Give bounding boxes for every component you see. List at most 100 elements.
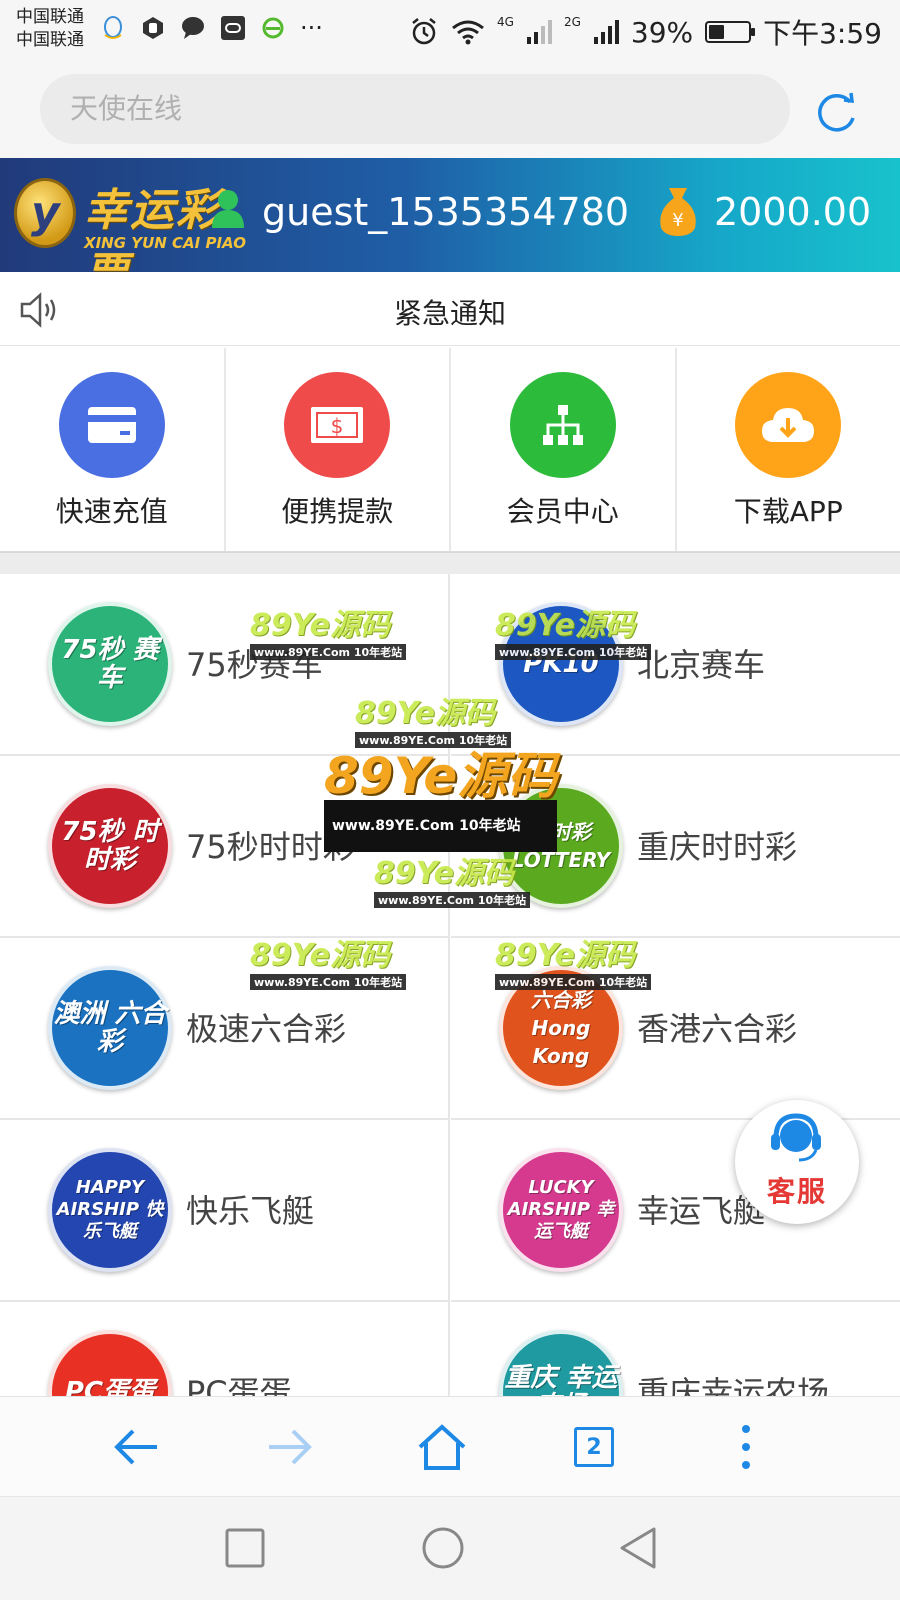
quick-recharge-label: 快速充值	[55, 495, 168, 528]
game-badge: 75秒 赛车	[61, 635, 159, 693]
game-item-chongqing-farm[interactable]: 重庆 幸运农场 重庆幸运农场	[451, 1302, 900, 1396]
customer-service-button[interactable]: 客服	[735, 1100, 859, 1224]
watermark: 89Ye源码 www.89YE.Com 10年老站	[250, 930, 407, 990]
username: guest_1535354780	[262, 190, 630, 234]
battery-percent: 39%	[630, 15, 694, 49]
wifi-icon	[452, 20, 484, 45]
system-status: 4G 2G 39% 下午3:59	[409, 12, 882, 52]
link-icon	[220, 15, 246, 41]
watermark-sub: www.89YE.Com 10年老站	[495, 644, 652, 660]
member-center-label: 会员中心	[506, 495, 619, 528]
ssc-75s-icon: 75秒 时时彩	[48, 784, 172, 908]
watermark-large: 89Ye源码 www.89YE.Com 10年老站	[324, 751, 558, 852]
game-name: 重庆幸运农场	[637, 1374, 830, 1396]
watermark-text: 89Ye源码	[250, 938, 390, 973]
balance: 2000.00	[714, 190, 872, 234]
member-center-button[interactable]: 会员中心	[451, 348, 677, 551]
quick-recharge-button[interactable]: 快速充值	[0, 348, 226, 551]
game-name: 重庆时时彩	[637, 828, 798, 866]
racing-75s-icon: 75秒 赛车	[48, 602, 172, 726]
game-name: 香港六合彩	[637, 1010, 798, 1048]
quick-actions: 快速充值 $ 便携提款 会员中心 下载APP	[0, 348, 900, 552]
notification-icons: ···	[100, 14, 323, 42]
org-icon	[509, 372, 616, 478]
lucky-airship-icon: LUCKY AIRSHIP 幸运飞艇	[499, 1148, 623, 1272]
game-item-pc-eggs[interactable]: PC蛋蛋 PC蛋蛋	[0, 1302, 450, 1396]
game-badge: 六合彩 Hong Kong	[531, 988, 591, 1068]
watermark-text: 89Ye源码	[355, 696, 495, 731]
game-badge: 75秒 时时彩	[61, 817, 159, 875]
user-icon	[212, 190, 244, 228]
happy-airship-icon: HAPPY AIRSHIP 快乐飞艇	[48, 1148, 172, 1272]
game-name: PC蛋蛋	[186, 1374, 292, 1396]
chat-icon	[180, 15, 206, 41]
watermark-text: 89Ye源码	[495, 938, 635, 973]
game-name: 北京赛车	[637, 646, 766, 684]
more-notifications: ···	[300, 14, 323, 42]
game-badge: LUCKY AIRSHIP 幸运飞艇	[507, 1177, 615, 1242]
watermark-sub: www.89YE.Com 10年老站	[495, 974, 652, 990]
alarm-icon	[412, 18, 436, 45]
section-divider	[0, 552, 900, 574]
card-icon	[58, 372, 165, 478]
home-circle-icon[interactable]	[418, 1523, 468, 1573]
cloud-download-icon	[735, 372, 842, 478]
user-header: y 幸运彩票 XING YUN CAI PIAO guest_153535478…	[0, 158, 900, 300]
game-name: 快乐飞艇	[186, 1192, 315, 1230]
watermark: 89Ye源码 www.89YE.Com 10年老站	[374, 848, 531, 908]
watermark-text: 89Ye源码	[374, 856, 514, 891]
watermark-sub: www.89YE.Com 10年老站	[250, 644, 407, 660]
ie-browser-icon	[260, 15, 286, 41]
tab-count: 2	[574, 1427, 614, 1467]
network-type-1: 4G	[497, 15, 514, 29]
back-button[interactable]	[108, 1419, 164, 1475]
watermark-sub: www.89YE.Com 10年老站	[324, 800, 558, 852]
browser-address-bar: 天使在线	[0, 62, 900, 158]
back-triangle-icon[interactable]	[614, 1523, 664, 1573]
address-input[interactable]: 天使在线	[40, 74, 790, 144]
tabs-button[interactable]: 2	[566, 1419, 622, 1475]
game-badge: 重庆 幸运农场	[504, 1363, 618, 1396]
signal-icon-2	[593, 20, 619, 44]
watermark: 89Ye源码 www.89YE.Com 10年老站	[250, 600, 407, 660]
recents-icon[interactable]	[220, 1523, 270, 1573]
quick-withdraw-button[interactable]: $ 便携提款	[226, 348, 451, 551]
money-bag-icon: ¥	[660, 188, 696, 236]
watermark-text: 89Ye源码	[324, 747, 558, 805]
download-app-button[interactable]: 下载APP	[677, 348, 900, 551]
watermark: 89Ye源码 www.89YE.Com 10年老站	[495, 600, 652, 660]
svg-text:¥: ¥	[672, 210, 683, 231]
forward-button[interactable]	[262, 1419, 318, 1475]
browser-toolbar: 2	[0, 1396, 900, 1496]
watermark-sub: www.89YE.Com 10年老站	[374, 892, 531, 908]
pc-eggs-icon: PC蛋蛋	[48, 1330, 172, 1396]
notice-bar[interactable]: 紧急通知	[0, 272, 900, 346]
game-badge: HAPPY AIRSHIP 快乐飞艇	[56, 1177, 164, 1242]
logo-mark-icon: y	[14, 178, 76, 248]
carrier-2: 中国联通	[16, 30, 84, 50]
quick-withdraw-label: 便携提款	[281, 495, 394, 528]
customer-service-label: 客服	[766, 1175, 827, 1208]
game-item-happy-airship[interactable]: HAPPY AIRSHIP 快乐飞艇 快乐飞艇	[0, 1120, 450, 1302]
game-badge: 澳洲 六合彩	[53, 999, 167, 1057]
refresh-icon[interactable]	[814, 88, 860, 134]
qq-icon	[100, 15, 126, 41]
headset-icon	[771, 1113, 821, 1162]
system-nav-bar	[0, 1496, 900, 1600]
watermark-text: 89Ye源码	[250, 608, 390, 643]
carrier-1: 中国联通	[16, 7, 84, 27]
game-name: 极速六合彩	[186, 1010, 347, 1048]
signal-icon	[526, 20, 552, 44]
clock: 下午3:59	[763, 17, 882, 50]
watermark-text: 89Ye源码	[495, 608, 635, 643]
watermark: 89Ye源码 www.89YE.Com 10年老站	[355, 688, 512, 748]
battery-icon	[705, 21, 756, 43]
watermark-sub: www.89YE.Com 10年老站	[355, 732, 512, 748]
game-badge: PC蛋蛋	[64, 1377, 156, 1396]
menu-button[interactable]	[718, 1419, 774, 1475]
network-type-2: 2G	[563, 15, 581, 29]
home-button[interactable]	[414, 1419, 470, 1475]
watermark-sub: www.89YE.Com 10年老站	[250, 974, 407, 990]
status-bar: 中国联通 中国联通 ··· 4G 2G 39% 下午3:59	[0, 0, 900, 62]
carrier-labels: 中国联通 中国联通	[16, 6, 84, 52]
